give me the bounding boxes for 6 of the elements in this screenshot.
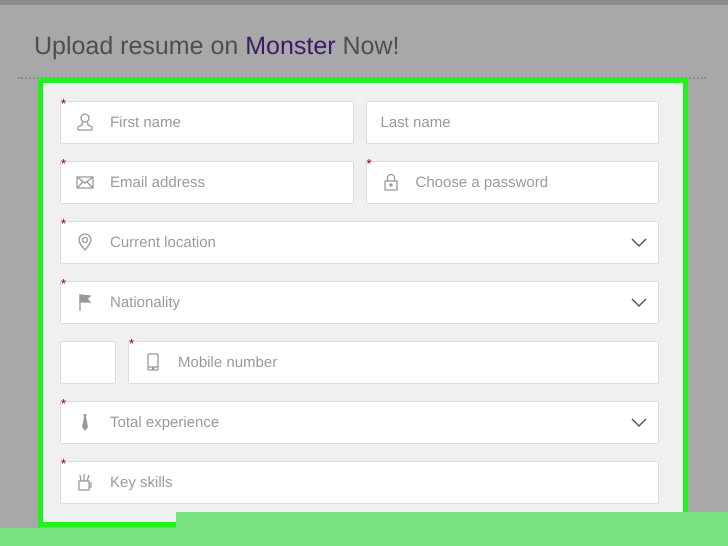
country-code-field[interactable] [60, 341, 116, 384]
chevron-down-icon [631, 298, 647, 308]
page-title: Upload resume on Monster Now! [34, 31, 400, 61]
chevron-down-icon [631, 418, 647, 428]
input-field[interactable]: Last name [366, 101, 659, 144]
chevron-down-icon [631, 238, 647, 248]
